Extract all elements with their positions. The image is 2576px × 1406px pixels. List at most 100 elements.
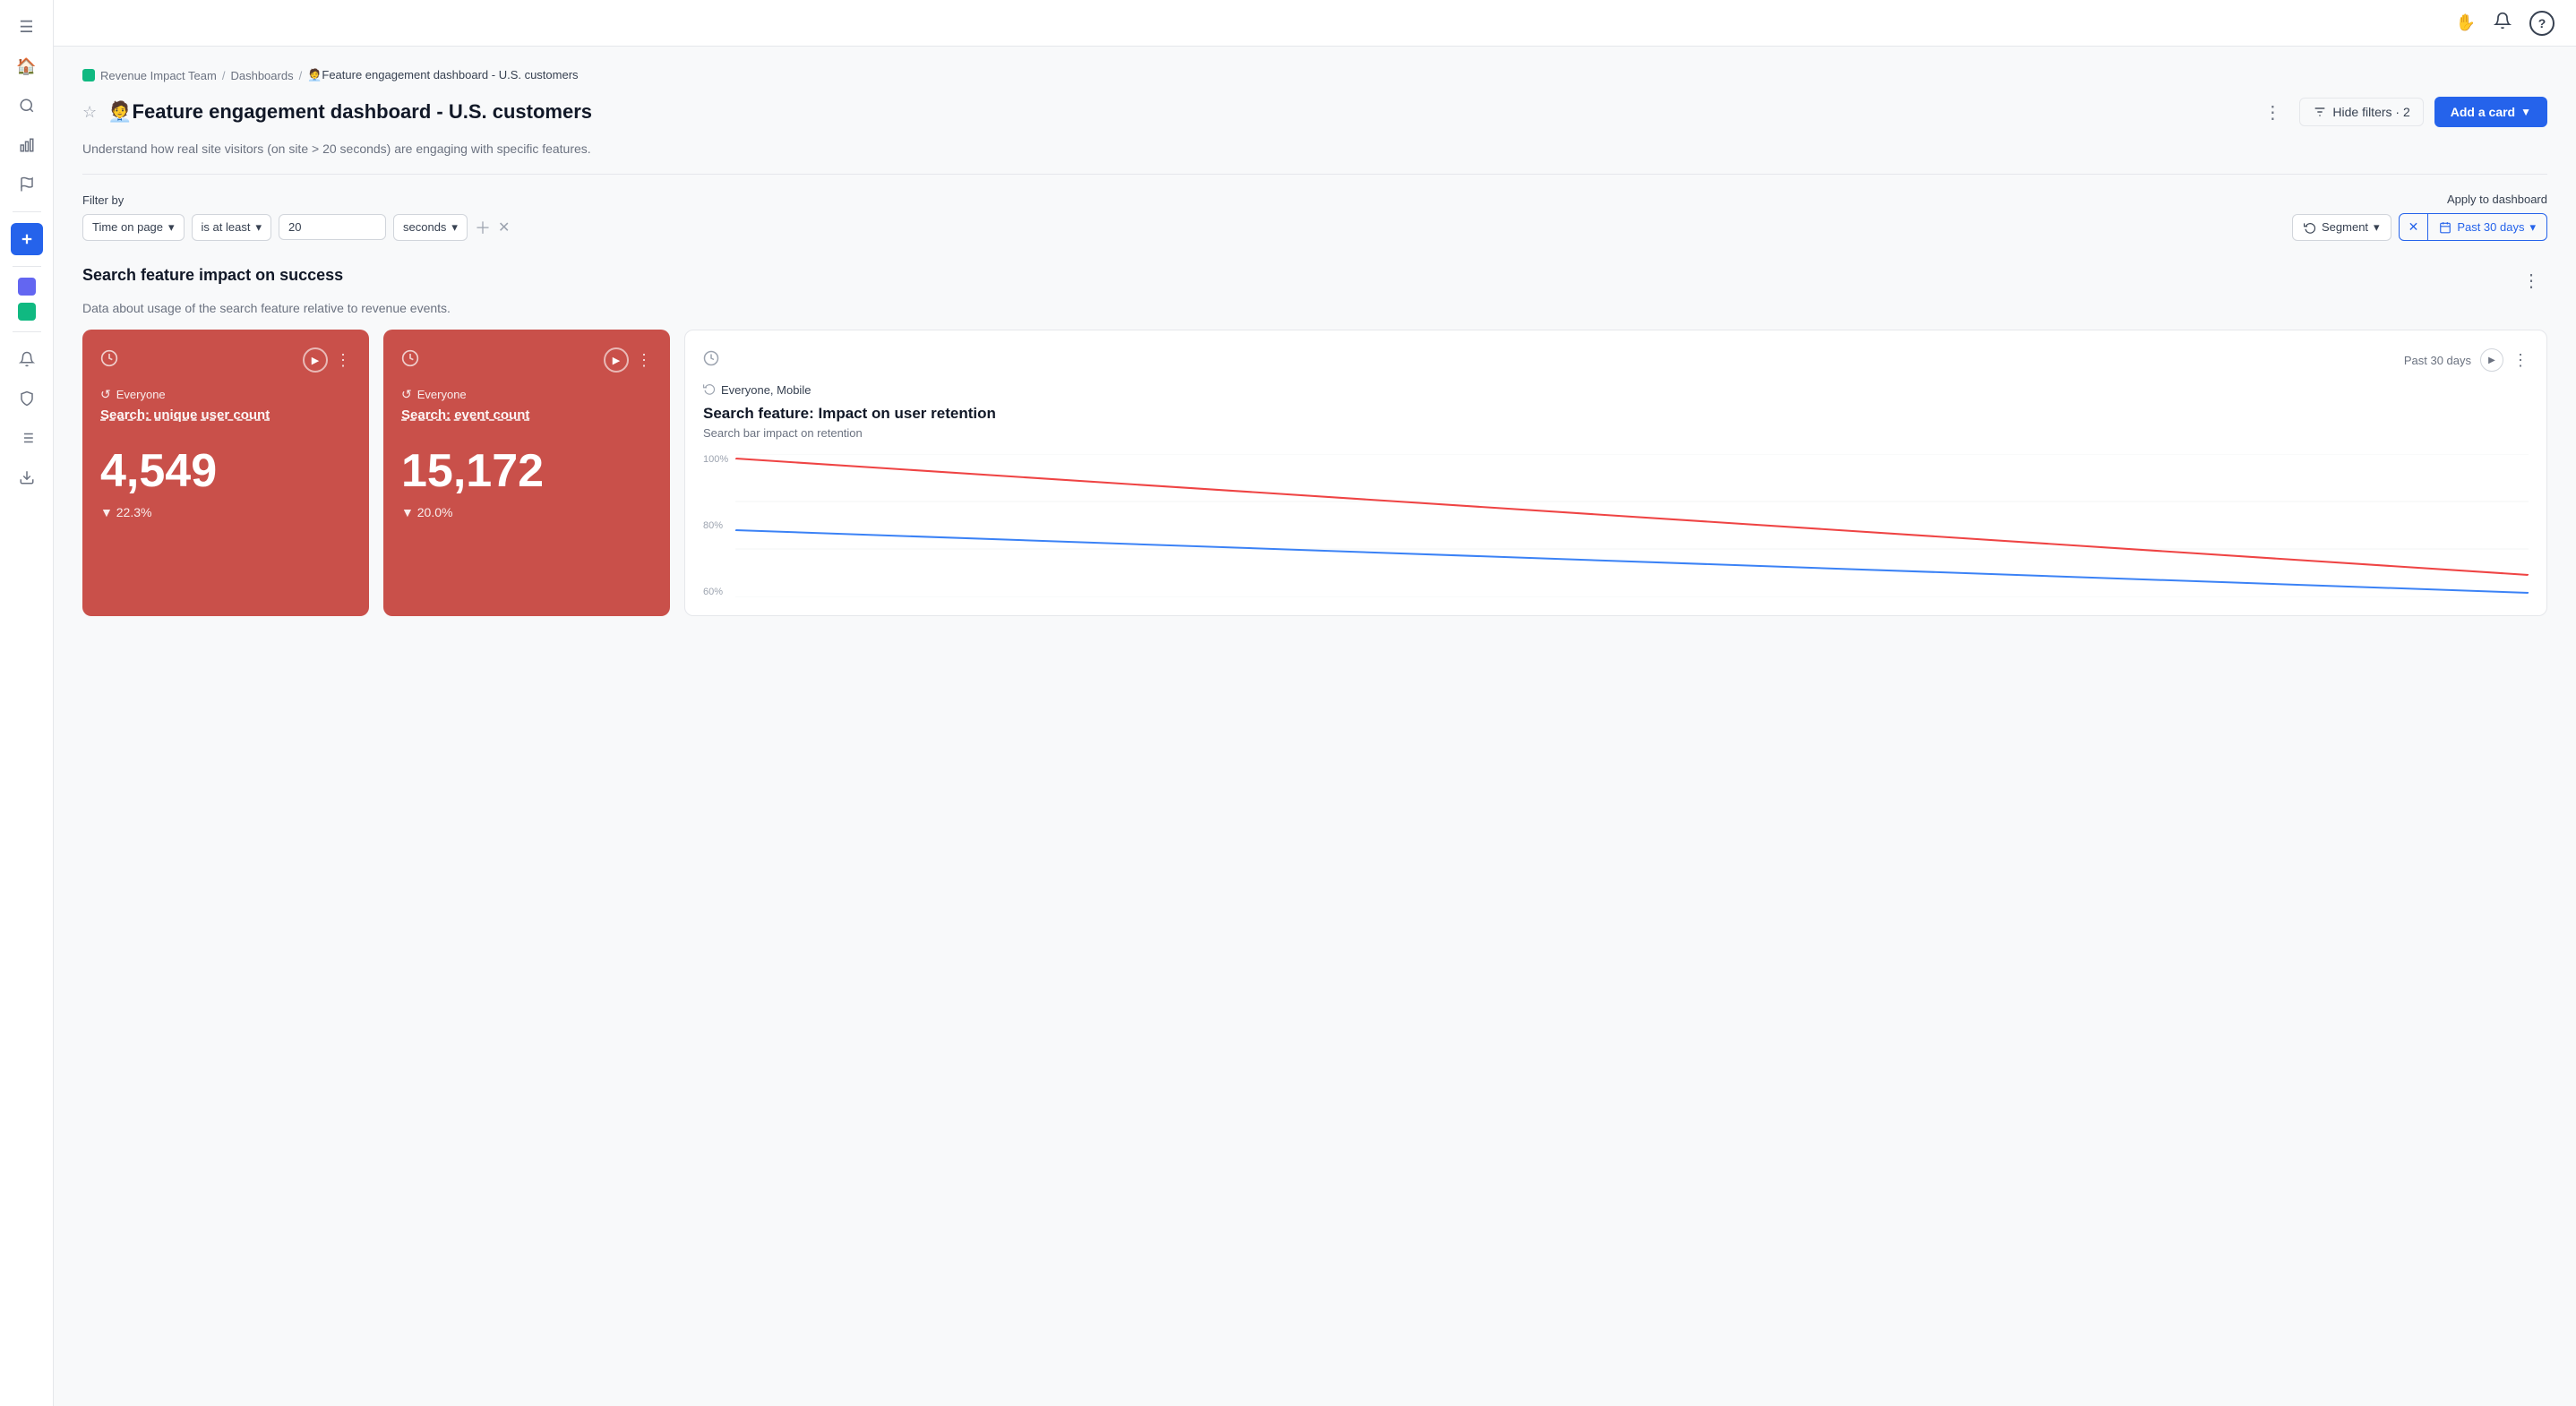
metric-card-1-top: ▶ ⋮ [100, 347, 351, 373]
sidebar-divider-3 [13, 331, 41, 332]
hand-icon[interactable]: ✋ [2456, 13, 2476, 32]
bell-icon[interactable] [11, 343, 43, 375]
plus-icon[interactable] [11, 223, 43, 255]
metric-card-2-top: ▶ ⋮ [401, 347, 652, 373]
filter-value-input[interactable] [279, 214, 386, 240]
page-title-row: ☆ 🧑‍💼Feature engagement dashboard - U.S.… [82, 100, 592, 124]
date-clear-button[interactable]: ✕ [2400, 214, 2429, 240]
retention-segment-icon [703, 382, 716, 398]
retention-clock-icon [703, 350, 719, 371]
metric-card-2: ▶ ⋮ ↺ Everyone Search: event count 15,17… [383, 330, 670, 616]
topbar: ✋ ? [54, 0, 2576, 47]
date-range-button[interactable]: Past 30 days ▾ [2428, 215, 2546, 240]
star-button[interactable]: ☆ [82, 103, 97, 122]
hide-filters-button[interactable]: Hide filters · 2 [2299, 98, 2423, 126]
filter-operator-label: is at least [202, 220, 251, 234]
chart-icon[interactable] [11, 129, 43, 161]
card-1-actions: ▶ ⋮ [303, 347, 351, 373]
card-1-segment-label: Everyone [116, 388, 166, 401]
menu-icon[interactable]: ☰ [11, 11, 43, 43]
swatch-green [18, 303, 36, 321]
page-title: 🧑‍💼Feature engagement dashboard - U.S. c… [107, 100, 592, 124]
card-2-segment: ↺ Everyone [401, 387, 652, 402]
card-2-segment-label: Everyone [417, 388, 467, 401]
chart-y-labels: 100% 80% 60% [703, 454, 735, 597]
y-label-100: 100% [703, 454, 735, 465]
date-range-chevron: ▾ [2529, 220, 2536, 235]
download-icon[interactable] [11, 461, 43, 493]
header-actions: ⋮ Hide filters · 2 Add a card ▼ [2256, 97, 2547, 127]
section-description: Data about usage of the search feature r… [82, 301, 2547, 315]
breadcrumb-current: 🧑‍💼Feature engagement dashboard - U.S. c… [307, 68, 578, 82]
retention-chart: 100% 80% 60% [703, 454, 2529, 597]
filter-operator-select[interactable]: is at least ▾ [192, 214, 271, 241]
retention-date-label: Past 30 days [2404, 354, 2471, 367]
search-icon[interactable] [11, 90, 43, 122]
retention-card-right: Past 30 days ▶ ⋮ [2404, 348, 2529, 372]
date-range-label: Past 30 days [2457, 220, 2524, 234]
swatch-purple [18, 278, 36, 296]
card-2-play-button[interactable]: ▶ [604, 347, 629, 373]
breadcrumb-team[interactable]: Revenue Impact Team [100, 69, 217, 82]
breadcrumb-sep-2: / [299, 69, 303, 82]
page-header: ☆ 🧑‍💼Feature engagement dashboard - U.S.… [82, 97, 2547, 127]
filter-controls: Time on page ▾ is at least ▾ seconds ▾ ＋… [82, 214, 510, 241]
chart-blue-line [735, 530, 2529, 593]
card-1-metric-name[interactable]: Search: unique user count [100, 407, 351, 423]
card-1-segment: ↺ Everyone [100, 387, 351, 402]
content-area: Revenue Impact Team / Dashboards / 🧑‍💼Fe… [54, 47, 2576, 1406]
add-card-button[interactable]: Add a card ▼ [2434, 97, 2547, 127]
y-label-60: 60% [703, 587, 735, 597]
list-icon[interactable] [11, 422, 43, 454]
filter-unit-label: seconds [403, 220, 446, 234]
filter-right-controls: Segment ▾ ✕ Past 30 days ▾ [2292, 213, 2547, 241]
flag-icon[interactable] [11, 168, 43, 201]
main-area: ✋ ? Revenue Impact Team / Dashboards / 🧑… [54, 0, 2576, 1406]
shield-icon[interactable] [11, 382, 43, 415]
filter-unit-select[interactable]: seconds ▾ [393, 214, 468, 241]
sidebar-divider-1 [13, 211, 41, 212]
card-1-segment-icon: ↺ [100, 387, 111, 402]
section-header: Search feature impact on success ⋮ [82, 266, 2547, 296]
retention-segment-label: Everyone, Mobile [721, 383, 811, 397]
segment-chevron: ▾ [2374, 220, 2380, 235]
card-1-play-button[interactable]: ▶ [303, 347, 328, 373]
retention-card-top: Past 30 days ▶ ⋮ [703, 348, 2529, 372]
add-card-label: Add a card [2451, 105, 2515, 119]
breadcrumb-dashboards[interactable]: Dashboards [230, 69, 293, 82]
segment-label: Segment [2322, 220, 2368, 234]
filter-field-select[interactable]: Time on page ▾ [82, 214, 185, 241]
section-title: Search feature impact on success [82, 266, 343, 285]
card-2-change: ▼ 20.0% [401, 505, 652, 519]
help-icon[interactable]: ? [2529, 11, 2555, 36]
filter-by-label: Filter by [82, 193, 510, 207]
chart-svg [735, 454, 2529, 597]
more-options-button[interactable]: ⋮ [2256, 98, 2288, 127]
filter-add-button[interactable]: ＋ [475, 216, 491, 239]
retention-segment: Everyone, Mobile [703, 382, 2529, 398]
notification-icon[interactable] [2494, 12, 2512, 34]
filter-unit-chevron: ▾ [451, 220, 458, 235]
team-color-icon [82, 69, 95, 81]
card-2-more-button[interactable]: ⋮ [636, 351, 652, 370]
section-more-button[interactable]: ⋮ [2515, 266, 2547, 296]
card-2-metric-name[interactable]: Search: event count [401, 407, 652, 423]
cards-grid: ▶ ⋮ ↺ Everyone Search: unique user count… [82, 330, 2547, 616]
retention-more-button[interactable]: ⋮ [2512, 351, 2529, 370]
sidebar-divider-2 [13, 266, 41, 267]
filter-bar: Filter by Time on page ▾ is at least ▾ s… [82, 193, 2547, 241]
search-section: Search feature impact on success ⋮ Data … [82, 266, 2547, 616]
card-1-more-button[interactable]: ⋮ [335, 351, 351, 370]
retention-title: Search feature: Impact on user retention [703, 405, 2529, 423]
chart-red-line [735, 459, 2529, 575]
retention-play-button[interactable]: ▶ [2480, 348, 2503, 372]
retention-card: Past 30 days ▶ ⋮ Everyone, Mobile Search… [684, 330, 2547, 616]
segment-button[interactable]: Segment ▾ [2292, 214, 2391, 241]
filter-remove-button[interactable]: ✕ [498, 219, 510, 236]
card-1-clock-icon [100, 349, 118, 372]
card-2-actions: ▶ ⋮ [604, 347, 652, 373]
hide-filters-label: Hide filters · 2 [2332, 105, 2409, 119]
card-1-value: 4,549 [100, 444, 351, 498]
home-icon[interactable]: 🏠 [11, 50, 43, 82]
card-2-segment-icon: ↺ [401, 387, 412, 402]
